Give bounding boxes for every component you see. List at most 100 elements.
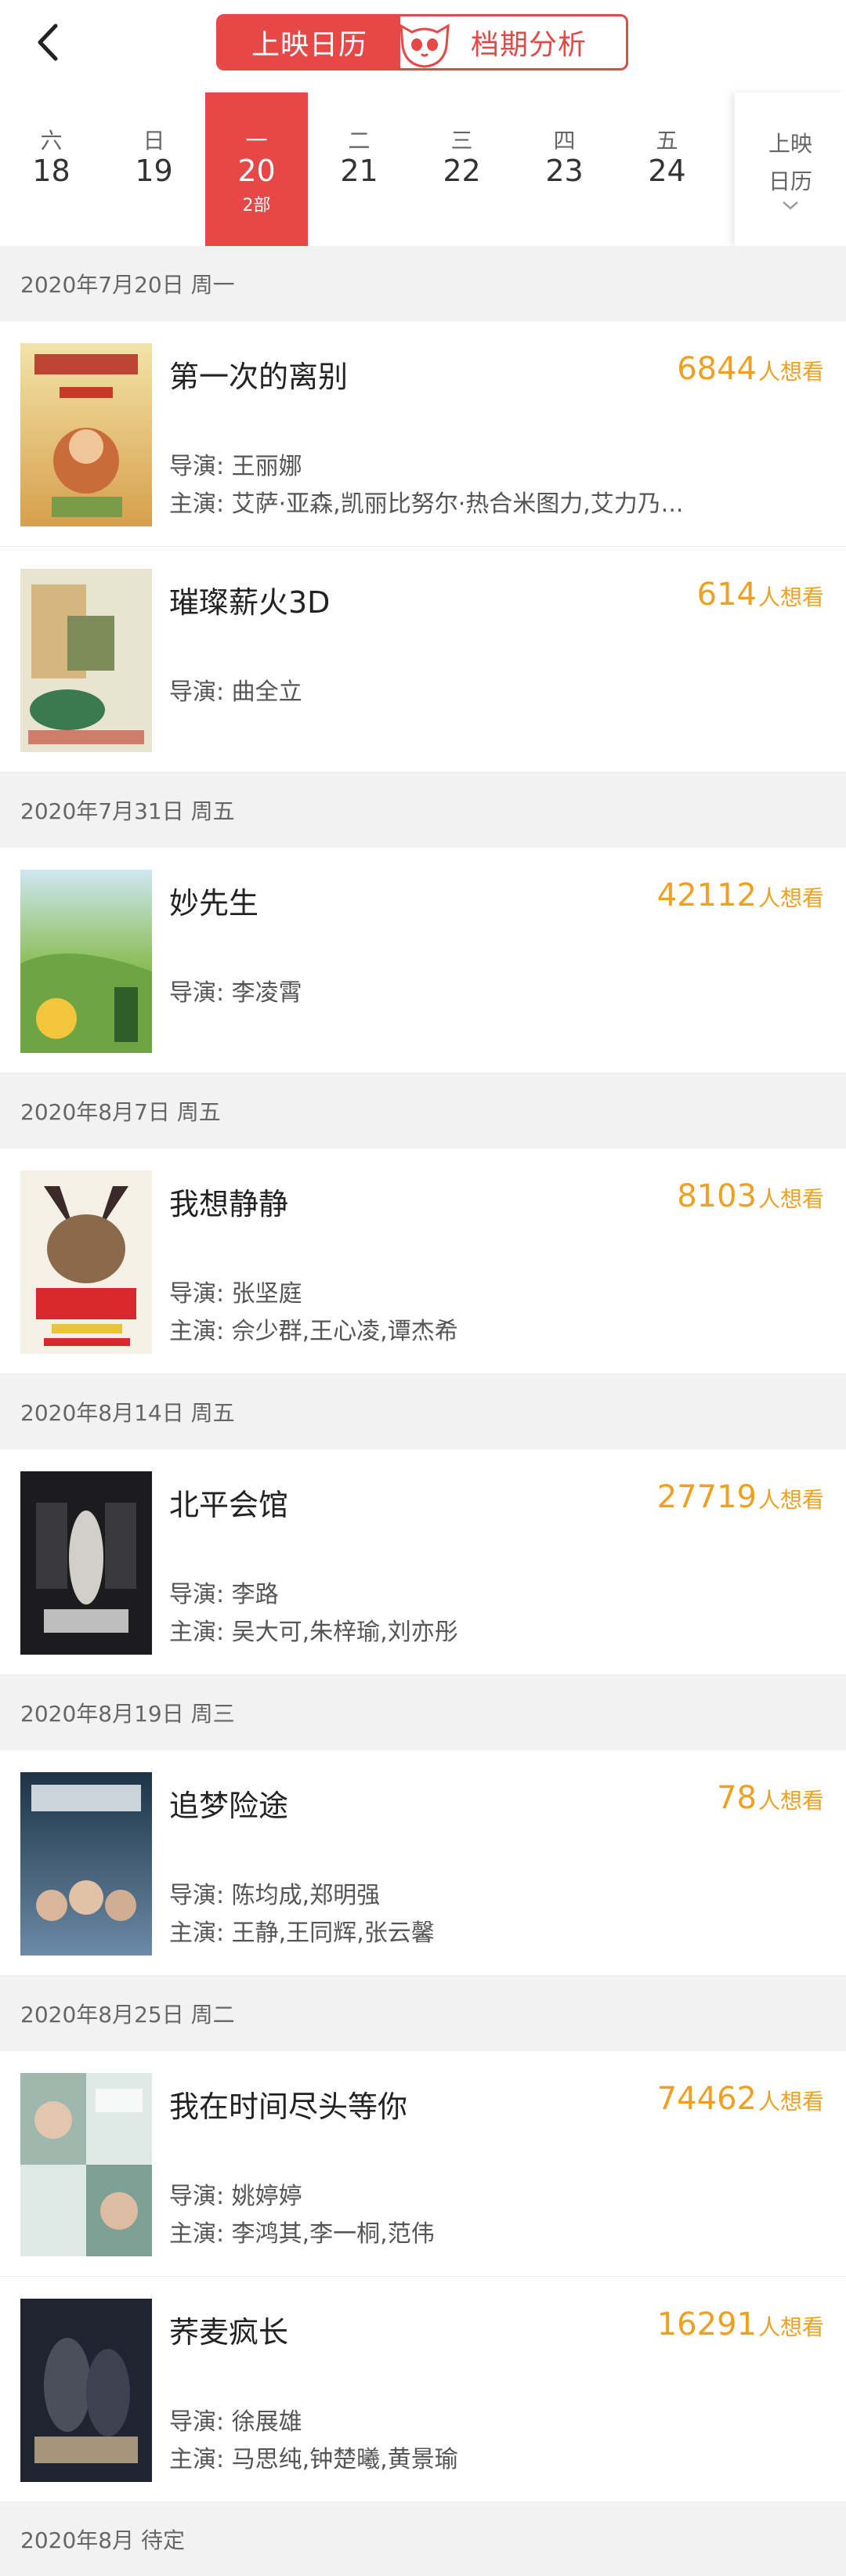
wish-count-number: 74462 <box>656 2081 757 2117</box>
movie-director: 导演: 陈均成,郑明强 <box>169 1882 381 1909</box>
movie-poster <box>20 343 152 526</box>
section-date-header: 2020年8月 待定 <box>0 2502 846 2576</box>
chevron-down-icon <box>783 201 798 210</box>
segmented-control: 上映日历 档期分析 <box>216 14 628 71</box>
date-selector: 六 18 日 19 一 20 2部 二 21 三 22 四 23 五 24 上映… <box>0 92 846 247</box>
movie-director: 导演: 李路 <box>169 1581 279 1608</box>
section-date-label: 2020年7月31日 周五 <box>20 798 235 824</box>
wish-count: 8103 人想看 <box>677 1178 824 1214</box>
movie-item[interactable]: 荞麦疯长 16291 人想看 导演: 徐展雄 主演: 马思纯,钟楚曦,黄景瑜 <box>0 2277 846 2502</box>
movie-title: 我想静静 <box>169 1187 289 1221</box>
section-date-label: 2020年8月19日 周三 <box>20 1701 235 1727</box>
tab-schedule-analysis-label: 档期分析 <box>470 29 587 61</box>
wish-count-label: 人想看 <box>757 2314 824 2340</box>
movie-cast: 主演: 佘少群,王心凌,谭杰希 <box>169 1318 458 1345</box>
movie-director: 导演: 曲全立 <box>169 678 302 706</box>
movie-title: 追梦险途 <box>169 1789 289 1823</box>
movie-title: 妙先生 <box>169 886 259 921</box>
wish-count: 27719 人想看 <box>657 1479 824 1515</box>
section-date-label: 2020年7月20日 周一 <box>20 272 235 298</box>
wish-count-number: 6844 <box>677 351 757 387</box>
date-number: 20 <box>237 154 276 188</box>
section-date-header: 2020年7月20日 周一 <box>0 246 846 321</box>
weekday-label: 六 <box>40 128 63 154</box>
date-number: 21 <box>340 154 378 188</box>
date-thu-23[interactable]: 四 23 <box>513 92 616 246</box>
date-sat-18[interactable]: 六 18 <box>0 92 103 246</box>
movie-item[interactable]: 璀璨薪火3D 614 人想看 导演: 曲全立 <box>0 547 846 772</box>
weekday-label: 日 <box>143 128 165 154</box>
movie-title: 第一次的离别 <box>169 360 349 394</box>
back-button[interactable] <box>24 19 70 66</box>
movie-poster <box>20 1471 152 1655</box>
wish-count-label: 人想看 <box>757 359 824 385</box>
date-number: 23 <box>545 154 584 188</box>
movie-poster <box>20 1170 152 1354</box>
date-fri-24[interactable]: 五 24 <box>616 92 718 246</box>
wish-count: 78 人想看 <box>717 1780 824 1816</box>
wish-count-number: 27719 <box>656 1479 757 1515</box>
section-date-label: 2020年8月 待定 <box>20 2527 185 2553</box>
chevron-left-icon <box>38 24 58 61</box>
weekday-label: 五 <box>656 128 678 154</box>
movie-cast: 主演: 马思纯,钟楚曦,黄景瑜 <box>169 2446 458 2473</box>
section-date-label: 2020年8月14日 周五 <box>20 1400 235 1426</box>
movie-director: 导演: 王丽娜 <box>169 453 302 480</box>
wish-count: 16291 人想看 <box>657 2306 824 2343</box>
tab-release-calendar[interactable]: 上映日历 <box>219 16 400 68</box>
wish-count-number: 8103 <box>677 1178 757 1214</box>
section-date-header: 2020年8月19日 周三 <box>0 1675 846 1750</box>
movie-title: 璀璨薪火3D <box>169 585 331 620</box>
wish-count-label: 人想看 <box>757 1788 824 1814</box>
wish-count-label: 人想看 <box>757 1186 824 1212</box>
date-tue-21[interactable]: 二 21 <box>308 92 410 246</box>
section-date-header: 2020年8月14日 周五 <box>0 1374 846 1449</box>
movie-title: 我在时间尽头等你 <box>169 2089 408 2124</box>
movie-poster <box>20 2299 152 2482</box>
movie-poster <box>20 569 152 752</box>
movie-item[interactable]: 妙先生 42112 人想看 导演: 李凌霄 <box>0 848 846 1073</box>
section-date-header: 2020年8月25日 周二 <box>0 1976 846 2051</box>
movie-director: 导演: 姚婷婷 <box>169 2183 302 2210</box>
calendar-button-line1: 上映 <box>768 131 812 157</box>
section-date-header: 2020年7月31日 周五 <box>0 772 846 848</box>
date-wed-22[interactable]: 三 22 <box>410 92 513 246</box>
cat-logo-icon <box>400 24 450 68</box>
section-date-label: 2020年8月25日 周二 <box>20 2002 235 2028</box>
movie-cast: 主演: 吴大可,朱梓瑜,刘亦彤 <box>169 1619 458 1646</box>
weekday-label: 四 <box>553 128 576 154</box>
section-date-header: 2020年8月7日 周五 <box>0 1073 846 1149</box>
date-number: 19 <box>135 154 173 188</box>
movie-cast: 主演: 李鸿其,李一桐,范伟 <box>169 2220 435 2248</box>
date-number: 22 <box>443 154 481 188</box>
movie-count-badge: 2部 <box>242 196 271 215</box>
wish-count-label: 人想看 <box>757 1487 824 1513</box>
movie-item[interactable]: 北平会馆 27719 人想看 导演: 李路 主演: 吴大可,朱梓瑜,刘亦彤 <box>0 1449 846 1675</box>
section-date-label: 2020年8月7日 周五 <box>20 1099 221 1125</box>
tab-release-calendar-label: 上映日历 <box>251 29 367 61</box>
wish-count: 74462 人想看 <box>657 2081 824 2117</box>
movie-item[interactable]: 我想静静 8103 人想看 导演: 张坚庭 主演: 佘少群,王心凌,谭杰希 <box>0 1149 846 1374</box>
top-nav-bar: 上映日历 档期分析 <box>0 0 846 93</box>
wish-count-label: 人想看 <box>757 885 824 911</box>
movie-director: 导演: 张坚庭 <box>169 1280 302 1308</box>
weekday-label: 二 <box>348 128 371 154</box>
movie-item[interactable]: 追梦险途 78 人想看 导演: 陈均成,郑明强 主演: 王静,王同辉,张云馨 <box>0 1750 846 1976</box>
wish-count-number: 78 <box>717 1780 757 1816</box>
movie-title: 荞麦疯长 <box>169 2315 289 2350</box>
date-sun-19[interactable]: 日 19 <box>103 92 205 246</box>
release-calendar-button[interactable]: 上映 日历 <box>735 92 846 246</box>
date-number: 18 <box>32 154 70 188</box>
date-number: 24 <box>648 154 686 188</box>
movie-item[interactable]: 我在时间尽头等你 74462 人想看 导演: 姚婷婷 主演: 李鸿其,李一桐,范… <box>0 2051 846 2277</box>
weekday-label: 三 <box>450 128 473 154</box>
date-mon-20-selected[interactable]: 一 20 2部 <box>205 92 308 246</box>
movie-poster <box>20 870 152 1053</box>
wish-count-label: 人想看 <box>757 584 824 610</box>
movie-item[interactable]: 第一次的离别 6844 人想看 导演: 王丽娜 主演: 艾萨·亚森,凯丽比努尔·… <box>0 321 846 547</box>
wish-count-number: 614 <box>696 577 757 613</box>
movie-poster <box>20 1772 152 1956</box>
wish-count: 614 人想看 <box>697 577 824 613</box>
calendar-button-line2: 日历 <box>768 168 812 194</box>
wish-count: 6844 人想看 <box>677 351 824 387</box>
